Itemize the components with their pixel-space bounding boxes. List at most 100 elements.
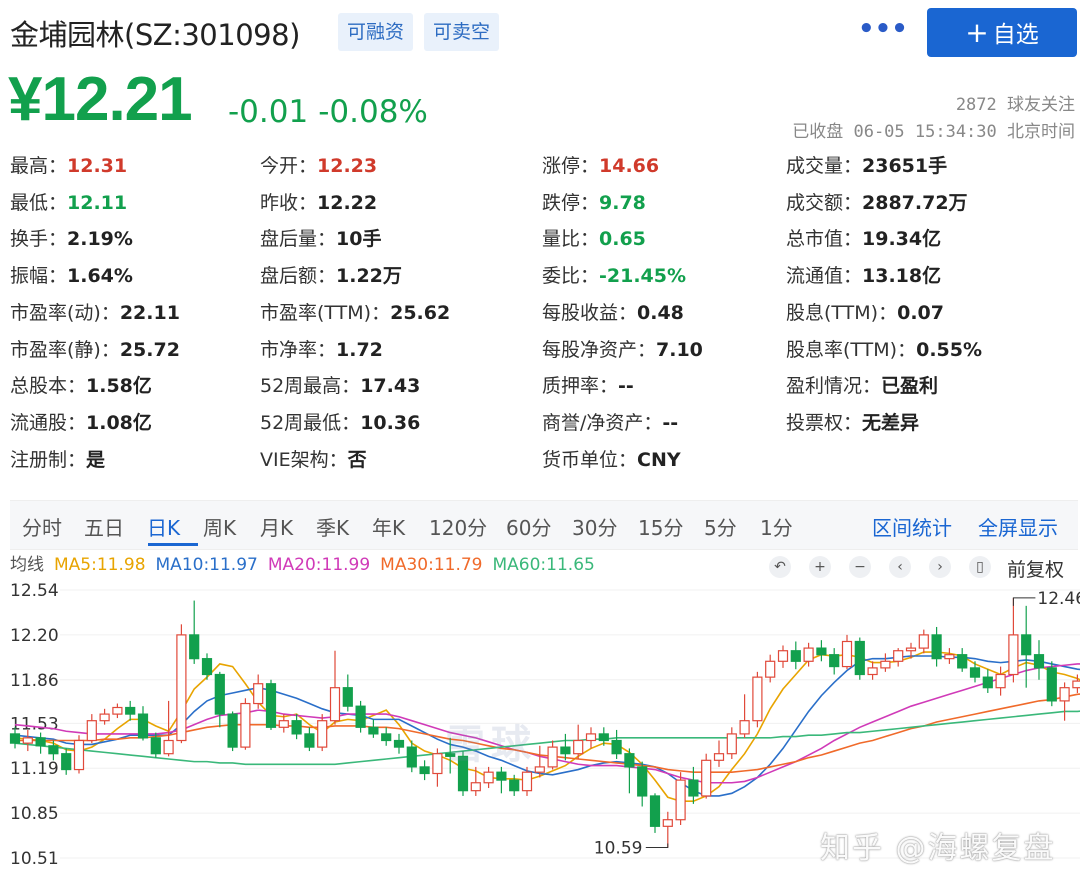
stat-item: 市盈率(TTM)：25.62 [260, 298, 450, 325]
prev-icon[interactable]: ‹ [889, 556, 911, 578]
stat-item: 质押率：-- [542, 371, 634, 398]
tab-8[interactable]: 60分 [506, 512, 551, 541]
ma-legend-item: MA30:11.79 [380, 555, 483, 575]
change-percent: -0.08% [318, 94, 428, 130]
min-price-label: 10.59 [594, 838, 643, 858]
candle-body [1072, 680, 1080, 689]
stat-item: 股息(TTM)：0.07 [786, 298, 944, 325]
y-tick-label: 12.54 [10, 581, 59, 601]
stat-value: 13.18亿 [862, 265, 942, 288]
next-icon[interactable]: › [929, 556, 951, 578]
candle-body [509, 779, 520, 792]
candle-body [713, 753, 725, 761]
add-watchlist-button[interactable]: + 自选 [927, 8, 1077, 57]
stat-item: 总市值：19.34亿 [786, 224, 941, 251]
stat-label: 商誉/净资产： [542, 411, 663, 434]
max-price-pointer [1012, 597, 1036, 606]
candle-body [393, 739, 405, 748]
stat-label: 量比： [542, 228, 600, 251]
candle-body [265, 683, 277, 728]
tab-12[interactable]: 1分 [760, 512, 793, 541]
short-selling-tag[interactable]: 可卖空 [424, 13, 500, 51]
stat-item: 成交量：23651手 [786, 151, 947, 178]
margin-financing-tag[interactable]: 可融资 [338, 13, 414, 51]
candle-body [560, 746, 571, 755]
candle-body [1021, 634, 1032, 656]
candle-body [163, 739, 174, 755]
stat-item: 盘后量：10手 [260, 224, 381, 251]
candle-body [125, 706, 136, 715]
stat-label: 质押率： [542, 375, 619, 398]
candle-body [291, 720, 302, 735]
candle-body [944, 654, 955, 660]
candle-body [675, 779, 686, 821]
followers-count[interactable]: 2872 球友关注 [956, 90, 1075, 115]
candle-body [342, 687, 353, 707]
range-stats-button[interactable]: 区间统计 [872, 512, 952, 541]
stat-item: 委比：-21.45% [542, 261, 686, 288]
candle-body [598, 733, 609, 742]
stat-item: 最高：12.31 [10, 151, 127, 178]
stat-value: 2.19% [67, 228, 133, 251]
adjust-mode-select[interactable]: 前复权 [1007, 555, 1064, 582]
candle-body [1059, 687, 1070, 702]
stat-item: 股息率(TTM)：0.55% [786, 335, 982, 362]
stat-value: 1.22万 [336, 265, 402, 288]
candle-body [982, 676, 993, 689]
tab-7[interactable]: 120分 [429, 512, 487, 541]
tab-11[interactable]: 5分 [704, 512, 737, 541]
tab-9[interactable]: 30分 [572, 512, 617, 541]
candle-body [854, 640, 865, 676]
stat-item: 市净率：1.72 [260, 335, 383, 362]
candle-body [73, 739, 85, 771]
fullscreen-button[interactable]: 全屏显示 [978, 512, 1058, 541]
stat-value: 0.55% [916, 338, 983, 361]
y-tick-label: 11.86 [10, 671, 59, 691]
tab-6[interactable]: 年K [372, 512, 405, 541]
candle-body [905, 647, 917, 652]
candle-body [637, 766, 648, 797]
stat-label: 市盈率(静)： [10, 338, 120, 361]
candle-body [48, 745, 59, 755]
stat-value: -- [662, 411, 679, 434]
stat-value: 2887.72万 [862, 191, 968, 214]
stat-value: 1.72 [336, 338, 383, 361]
tab-1[interactable]: 五日 [84, 512, 124, 541]
market-status: 已收盘 06-05 15:34:30 北京时间 [792, 122, 1075, 142]
stat-label: 盘后额： [260, 265, 337, 288]
current-price: ¥12.21 [8, 65, 193, 134]
more-options-button[interactable]: ••• [858, 14, 908, 48]
stat-value: 1.08亿 [86, 411, 152, 434]
candle-body [22, 737, 33, 744]
candle-body [240, 702, 251, 748]
tab-3[interactable]: 周K [203, 512, 236, 541]
candle-body [99, 713, 110, 722]
tab-0[interactable]: 分时 [22, 512, 62, 541]
candle-body [585, 733, 597, 742]
tab-2[interactable]: 日K [147, 512, 180, 541]
stat-value: 14.66 [599, 155, 660, 177]
candle-body [829, 654, 840, 668]
stat-item: 52周最低：10.36 [260, 408, 420, 435]
tab-4[interactable]: 月K [260, 512, 293, 541]
candle-body [816, 647, 827, 656]
candle-body [969, 667, 981, 678]
tab-10[interactable]: 15分 [638, 512, 683, 541]
stat-value: 1.64% [67, 265, 133, 288]
stat-value: 12.22 [317, 191, 378, 214]
zoom-in-icon[interactable]: + [809, 556, 831, 578]
stat-label: 委比： [542, 265, 600, 288]
tab-5[interactable]: 季K [316, 512, 349, 541]
candle-body [496, 771, 507, 781]
zoom-out-icon[interactable]: − [849, 556, 871, 578]
candle-body [214, 673, 225, 715]
stat-value: 已盈利 [881, 375, 939, 398]
stat-item: 52周最高：17.43 [260, 371, 420, 398]
y-tick-label: 10.51 [10, 849, 59, 869]
candle-body [9, 733, 21, 744]
undo-icon[interactable]: ↶ [769, 556, 791, 578]
candle-icon[interactable]: ▯ [969, 556, 991, 578]
candle-body [137, 713, 149, 739]
candle-body [867, 667, 878, 676]
ma-legend-item: MA10:11.97 [155, 555, 258, 575]
